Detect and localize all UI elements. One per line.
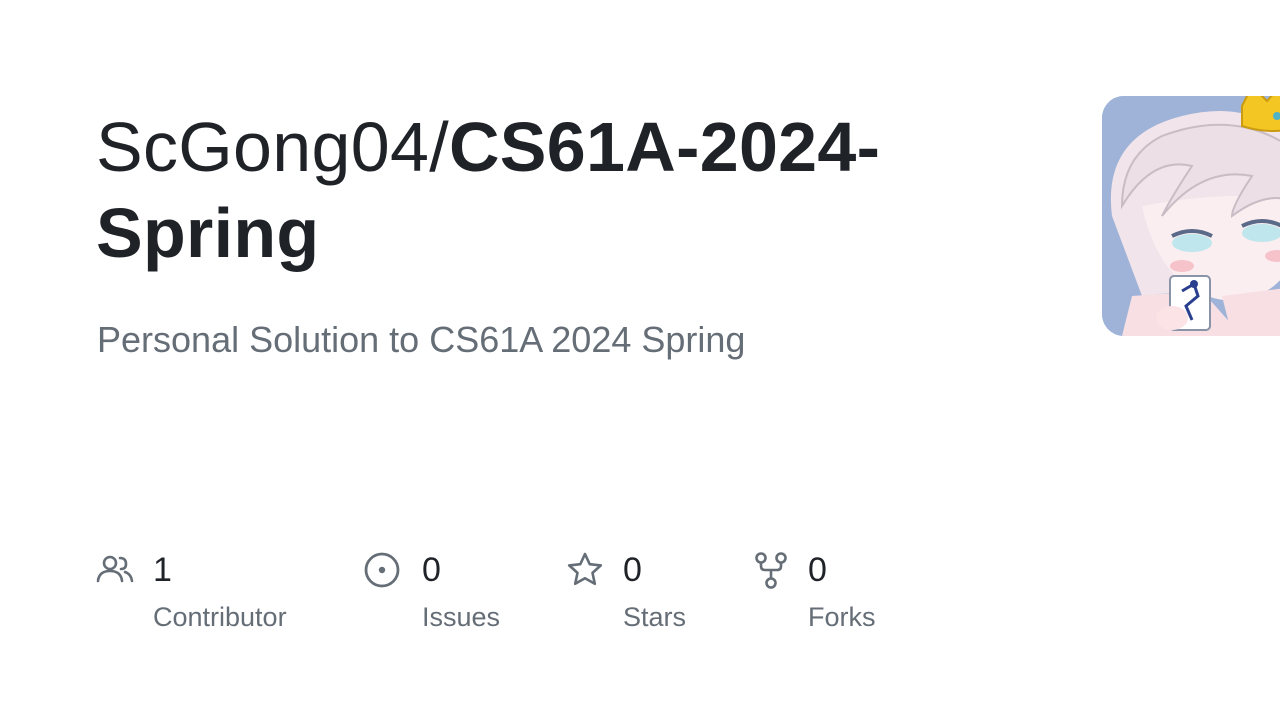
repo-owner[interactable]: ScGong04/ bbox=[96, 108, 449, 186]
anime-avatar-image bbox=[1102, 96, 1280, 336]
forks-label: Forks bbox=[808, 602, 876, 632]
people-icon bbox=[96, 555, 134, 583]
stars-count: 0 bbox=[623, 551, 642, 589]
repo-title[interactable]: ScGong04/CS61A-2024-Spring bbox=[96, 104, 996, 276]
forks-count: 0 bbox=[808, 551, 827, 589]
issues-count: 0 bbox=[422, 551, 441, 589]
repo-description: Personal Solution to CS61A 2024 Spring bbox=[97, 319, 746, 360]
repo-forked-icon bbox=[755, 552, 787, 589]
contributors-count: 1 bbox=[153, 551, 172, 589]
contributors-label: Contributor bbox=[153, 602, 287, 632]
issues-label: Issues bbox=[422, 602, 501, 632]
star-icon bbox=[567, 552, 603, 586]
issue-opened-icon bbox=[364, 552, 400, 588]
stars-label: Stars bbox=[623, 602, 687, 632]
owner-avatar[interactable] bbox=[1102, 96, 1280, 336]
